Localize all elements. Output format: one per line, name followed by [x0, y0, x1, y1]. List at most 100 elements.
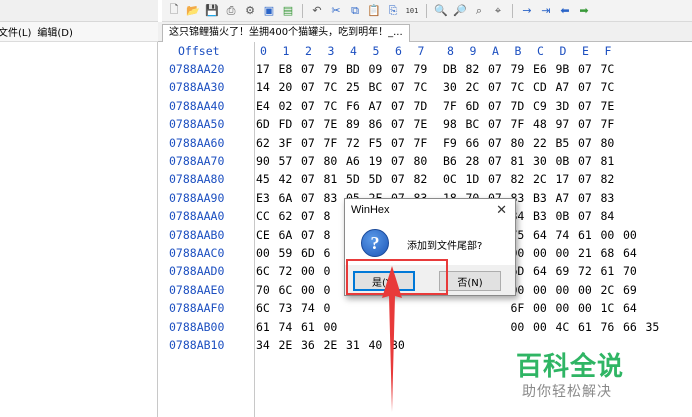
hex-byte[interactable]: A7 [556, 80, 570, 94]
hex-byte[interactable]: 64 [533, 264, 547, 278]
hex-byte[interactable]: 00 [533, 283, 547, 297]
hex-byte[interactable]: 07 [488, 154, 502, 168]
hex-byte[interactable]: 74 [279, 320, 293, 334]
hex-byte[interactable]: 6F [511, 301, 525, 315]
hex-byte[interactable]: 7C [601, 62, 615, 76]
hex-byte[interactable]: 07 [301, 228, 315, 242]
hex-byte[interactable]: 7E [601, 99, 615, 113]
cut-icon[interactable]: ✂ [328, 4, 344, 18]
hex-byte[interactable]: 07 [391, 62, 405, 76]
hex-byte[interactable]: 07 [488, 172, 502, 186]
hex-byte[interactable]: 61 [301, 320, 315, 334]
hex-byte[interactable]: 07 [301, 62, 315, 76]
hex-byte[interactable]: 7F [601, 117, 615, 131]
hex-byte[interactable]: 07 [578, 191, 592, 205]
hex-byte[interactable]: 0 [324, 264, 331, 278]
hex-byte[interactable]: 61 [578, 320, 592, 334]
hex-byte[interactable]: 61 [256, 320, 270, 334]
replace-icon[interactable]: ⌕ [471, 4, 487, 18]
hex-byte[interactable]: 8 [324, 209, 331, 223]
hex-byte[interactable]: 0C [443, 172, 457, 186]
hex-byte[interactable]: 79 [414, 62, 428, 76]
hex-byte[interactable]: 6D [301, 246, 315, 260]
hex-byte[interactable]: 82 [414, 172, 428, 186]
hex-byte[interactable]: 31 [346, 338, 360, 352]
hex-byte[interactable]: 00 [324, 320, 338, 334]
hex-byte[interactable]: 66 [623, 320, 637, 334]
hex-byte[interactable]: 3D [556, 99, 570, 113]
hex-byte[interactable]: 07 [301, 209, 315, 223]
hex-byte[interactable]: 42 [279, 172, 293, 186]
hex-byte[interactable]: CE [256, 228, 270, 242]
find-hex-icon[interactable]: 🔎 [452, 4, 468, 18]
hex-byte[interactable]: 1D [466, 172, 480, 186]
hex-byte[interactable]: 74 [556, 228, 570, 242]
hex-byte[interactable]: 73 [279, 301, 293, 315]
hex-byte[interactable]: 6 [324, 246, 331, 260]
hex-byte[interactable]: 7C [324, 99, 338, 113]
hex-byte[interactable]: 17 [556, 172, 570, 186]
new-file-icon[interactable]: 🗋 [166, 3, 182, 18]
hex-byte[interactable]: 07 [301, 117, 315, 131]
hex-byte[interactable]: 2E [279, 338, 293, 352]
hex-byte[interactable]: 80 [601, 136, 615, 150]
hex-byte[interactable]: 07 [301, 80, 315, 94]
hex-byte[interactable]: 80 [414, 154, 428, 168]
hex-byte[interactable]: 00 [511, 320, 525, 334]
hex-byte[interactable]: 02 [279, 99, 293, 113]
hex-byte[interactable]: 57 [279, 154, 293, 168]
hex-byte[interactable]: 82 [511, 172, 525, 186]
hex-byte[interactable]: 82 [466, 62, 480, 76]
hex-byte[interactable]: 07 [578, 136, 592, 150]
hex-byte[interactable]: 8 [324, 228, 331, 242]
hex-byte[interactable]: 64 [623, 301, 637, 315]
hex-byte[interactable]: 7D [511, 99, 525, 113]
hex-byte[interactable]: 2C [533, 172, 547, 186]
hex-byte[interactable]: 6A [279, 191, 293, 205]
hex-byte[interactable]: 6D [256, 117, 270, 131]
open-folder-icon[interactable]: 📂 [185, 4, 201, 18]
hex-byte[interactable]: 2E [324, 338, 338, 352]
hex-byte[interactable]: 98 [443, 117, 457, 131]
hex-byte[interactable]: 36 [301, 338, 315, 352]
properties-icon[interactable]: ⚙ [242, 4, 258, 18]
hex-byte[interactable]: 69 [556, 264, 570, 278]
hex-byte[interactable]: 7D [414, 99, 428, 113]
hex-byte[interactable]: B6 [443, 154, 457, 168]
hex-byte[interactable]: 81 [601, 154, 615, 168]
hex-byte[interactable]: 86 [369, 117, 383, 131]
close-icon[interactable]: ✕ [496, 202, 507, 218]
hex-byte[interactable]: 70 [256, 283, 270, 297]
hex-byte[interactable]: 00 [301, 283, 315, 297]
hex-byte[interactable]: 61 [578, 228, 592, 242]
hex-byte[interactable]: 0B [556, 154, 570, 168]
hex-byte[interactable]: BC [369, 80, 383, 94]
hex-byte[interactable]: 00 [256, 246, 270, 260]
hex-byte[interactable]: 00 [578, 301, 592, 315]
hex-byte[interactable]: 6C [256, 301, 270, 315]
hex-byte[interactable]: 0 [324, 283, 331, 297]
hex-byte[interactable]: 81 [324, 172, 338, 186]
hex-byte[interactable]: 07 [301, 99, 315, 113]
hex-byte[interactable]: 7E [324, 117, 338, 131]
hex-byte[interactable]: 07 [391, 136, 405, 150]
no-button[interactable]: 否(N) [439, 271, 501, 291]
replace-hex-icon[interactable]: ⌖ [490, 4, 506, 18]
menu-edit[interactable]: 编辑(D) [37, 24, 79, 39]
hex-byte[interactable]: 79 [511, 62, 525, 76]
hex-byte[interactable]: 62 [279, 209, 293, 223]
hex-byte[interactable]: 2C [601, 283, 615, 297]
hex-byte[interactable]: 2C [466, 80, 480, 94]
back-icon[interactable]: ⬅ [557, 4, 573, 18]
hex-byte[interactable]: E3 [256, 191, 270, 205]
hex-byte[interactable]: 9B [556, 62, 570, 76]
hex-byte[interactable]: 5D [369, 172, 383, 186]
hex-byte[interactable]: FD [279, 117, 293, 131]
hex-byte[interactable]: 7C [414, 80, 428, 94]
hex-byte[interactable]: 20 [279, 80, 293, 94]
hex-byte[interactable]: 5D [346, 172, 360, 186]
hex-byte[interactable]: 07 [488, 80, 502, 94]
hex-byte[interactable]: 66 [466, 136, 480, 150]
hex-byte[interactable]: 7E [414, 117, 428, 131]
hex-byte[interactable]: 07 [391, 117, 405, 131]
